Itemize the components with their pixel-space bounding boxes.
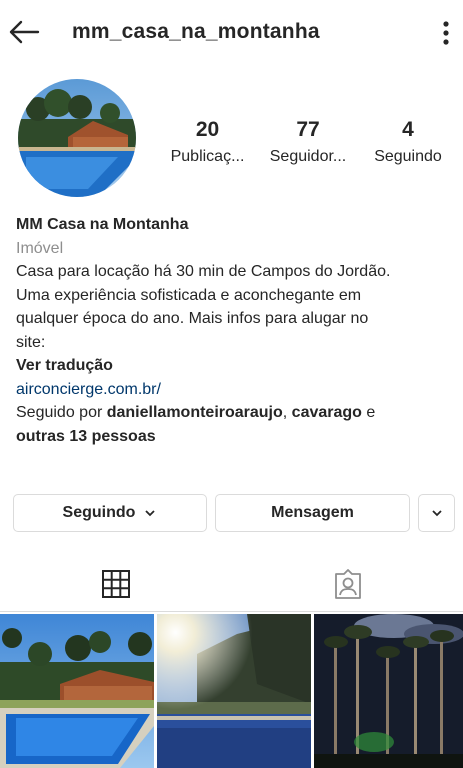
post-thumbnail[interactable] xyxy=(0,614,154,768)
post-thumbnail[interactable] xyxy=(157,614,311,768)
chevron-down-icon xyxy=(431,510,442,517)
followed-by-others[interactable]: outras 13 pessoas xyxy=(16,428,156,445)
bio-line: Uma experiência sofisticada e aconchegan… xyxy=(16,286,362,304)
post-thumbnail[interactable] xyxy=(314,614,463,768)
suggested-accounts-button[interactable] xyxy=(418,494,455,532)
bio-line: site: xyxy=(16,333,46,351)
follower-name-2[interactable]: cavarago xyxy=(292,404,362,421)
bio-line: Casa para locação há 30 min de Campos do… xyxy=(16,263,391,280)
profile-bio: MM Casa na Montanha Imóvel Casa para loc… xyxy=(16,213,456,448)
message-button[interactable]: Mensagem xyxy=(215,494,410,532)
following-count: 4 xyxy=(402,118,414,141)
posts-label: Publicaç... xyxy=(170,148,245,165)
followed-separator: , xyxy=(282,404,292,421)
chevron-down-icon xyxy=(145,510,156,517)
back-arrow-icon[interactable] xyxy=(8,18,40,46)
tagged-person-icon xyxy=(334,569,361,599)
following-label: Seguindo xyxy=(374,148,442,165)
profile-category: Imóvel xyxy=(16,239,64,257)
see-translation-link[interactable]: Ver tradução xyxy=(16,354,456,378)
message-button-label: Mensagem xyxy=(271,504,354,521)
following-button-label: Seguindo xyxy=(62,504,136,521)
posts-count: 20 xyxy=(195,118,220,141)
followed-by-text[interactable]: Seguido por daniellamonteiroaraujo, cava… xyxy=(16,401,456,425)
tab-tagged[interactable] xyxy=(232,556,463,612)
bio-line: qualquer época do ano. Mais infos para a… xyxy=(16,310,369,327)
followed-by-prefix: Seguido por xyxy=(16,404,107,421)
followed-and: e xyxy=(361,404,376,421)
website-link[interactable]: airconcierge.com.br/ xyxy=(16,378,456,402)
profile-header: mm_casa_na_montanha xyxy=(0,0,463,64)
grid-icon xyxy=(101,569,130,598)
followers-count: 77 xyxy=(296,118,320,141)
followers-stat[interactable]: 77 Seguidor... xyxy=(262,118,354,166)
tabs-divider xyxy=(0,611,463,612)
profile-username: mm_casa_na_montanha xyxy=(72,20,320,43)
profile-tabs xyxy=(0,556,463,612)
tab-grid[interactable] xyxy=(0,556,231,612)
following-button[interactable]: Seguindo xyxy=(13,494,207,532)
following-stat[interactable]: 4 Seguindo xyxy=(362,118,454,166)
profile-name: MM Casa na Montanha xyxy=(16,216,189,233)
more-options-icon[interactable] xyxy=(438,20,454,46)
posts-stat[interactable]: 20 Publicaç... xyxy=(160,118,255,166)
follower-name-1[interactable]: daniellamonteiroaraujo xyxy=(107,404,283,421)
profile-avatar[interactable] xyxy=(18,79,136,197)
followers-label: Seguidor... xyxy=(269,148,347,165)
